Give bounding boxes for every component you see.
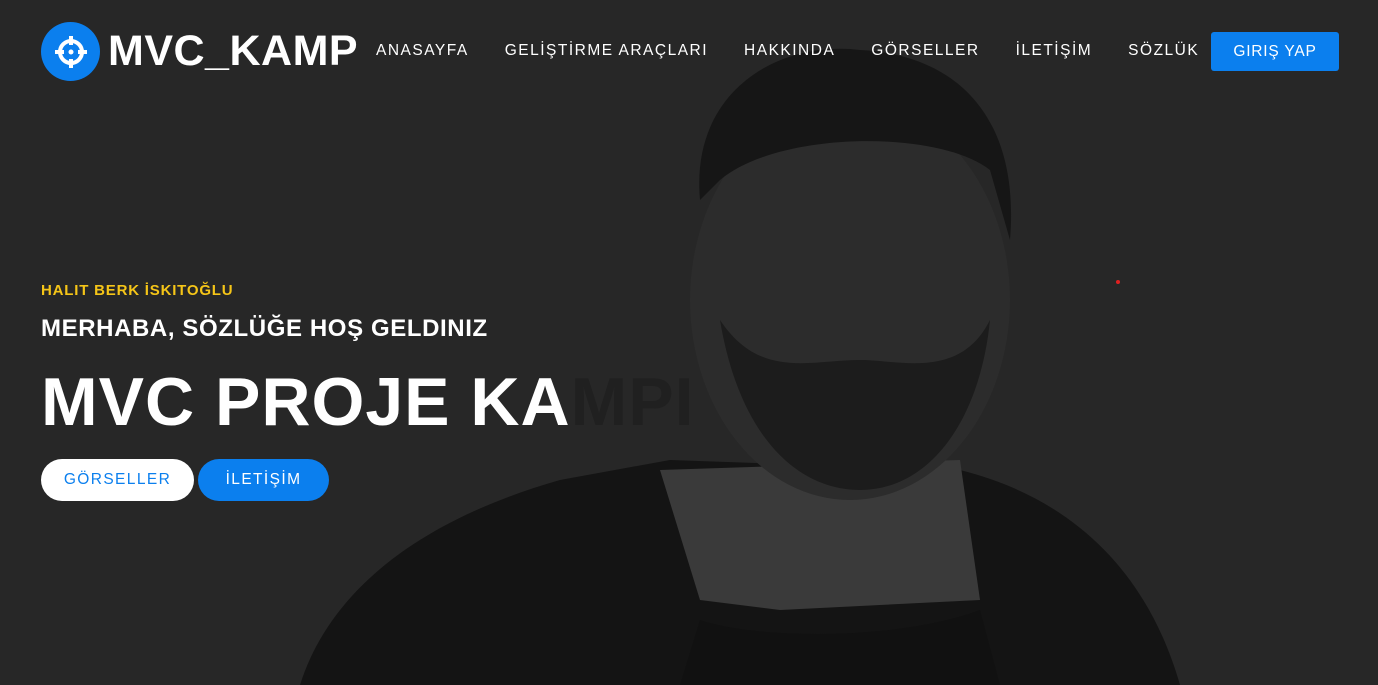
iletisim-button[interactable]: İLETİŞİM bbox=[198, 459, 329, 501]
nav-iletisim[interactable]: İLETİŞİM bbox=[1016, 42, 1093, 60]
login-button[interactable]: GIRIŞ YAP bbox=[1211, 32, 1339, 71]
hero-section: HALIT BERK İSKITOĞLU MERHABA, SÖZLÜĞE HO… bbox=[41, 282, 695, 501]
brand-name: MVC_KAMP bbox=[108, 27, 359, 75]
nav-anasayfa[interactable]: ANASAYFA bbox=[376, 42, 469, 60]
brand-logo[interactable]: MVC_KAMP bbox=[41, 22, 358, 81]
main-nav: ANASAYFA GELİŞTİRME ARAÇLARI HAKKINDA GÖ… bbox=[376, 42, 1235, 60]
hero-title-typed: MVC PROJE KA bbox=[41, 364, 571, 440]
hero-author: HALIT BERK İSKITOĞLU bbox=[41, 282, 234, 299]
hero-subtitle: MERHABA, SÖZLÜĞE HOŞ GELDINIZ bbox=[41, 315, 488, 342]
site-header: MVC_KAMP ANASAYFA GELİŞTİRME ARAÇLARI HA… bbox=[0, 0, 1378, 100]
nav-gelistirme-araclari[interactable]: GELİŞTİRME ARAÇLARI bbox=[505, 42, 708, 60]
nav-hakkinda[interactable]: HAKKINDA bbox=[744, 42, 835, 60]
gorseller-button[interactable]: GÖRSELLER bbox=[41, 459, 194, 501]
hero-title: MVC PROJE KAMPI bbox=[41, 363, 695, 441]
nav-gorseller[interactable]: GÖRSELLER bbox=[871, 42, 979, 60]
hero-title-rest: MPI bbox=[570, 364, 695, 440]
crosshairs-icon bbox=[41, 22, 100, 81]
nav-sozluk[interactable]: SÖZLÜK bbox=[1128, 42, 1199, 60]
